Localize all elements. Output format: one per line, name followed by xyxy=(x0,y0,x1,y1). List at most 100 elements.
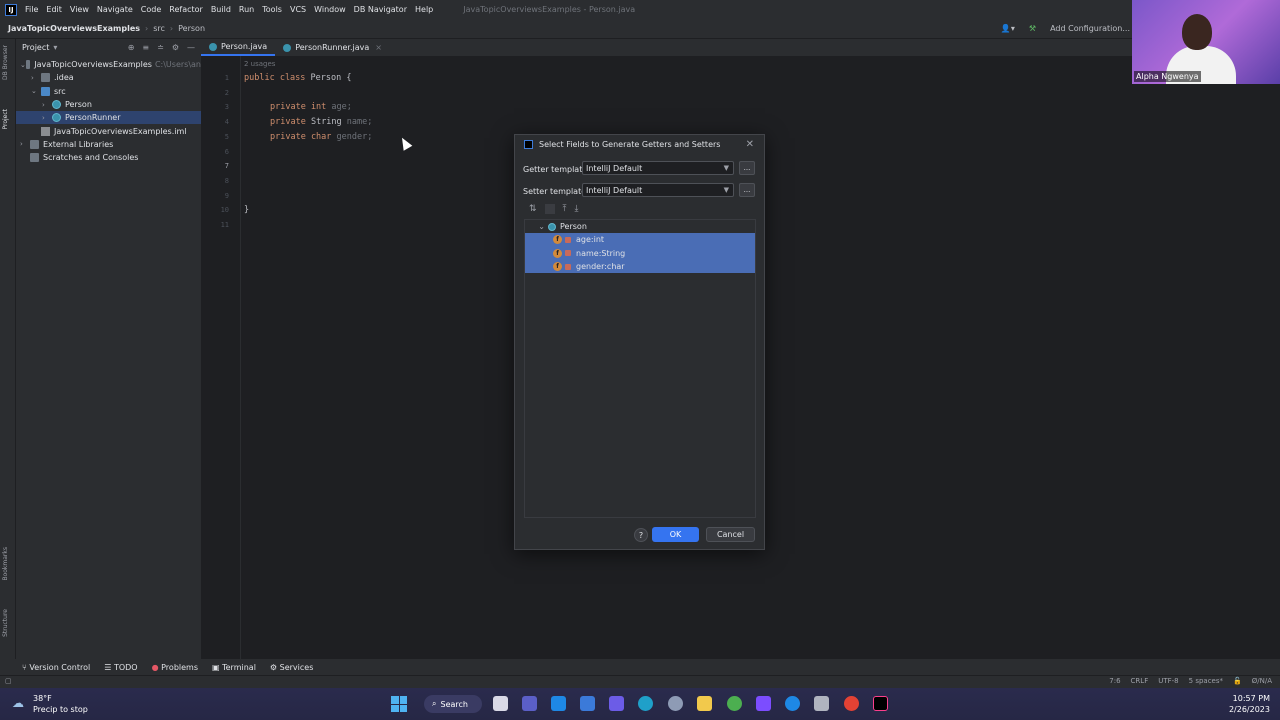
menu-window[interactable]: Window xyxy=(314,5,346,14)
teams-icon[interactable] xyxy=(756,696,771,711)
tree-item[interactable]: › PersonRunner xyxy=(16,111,201,125)
visual-studio-icon[interactable] xyxy=(609,696,624,711)
caret-position[interactable]: 7:6 xyxy=(1109,677,1120,685)
field-row-age[interactable]: f age:int xyxy=(525,233,755,247)
lock-icon[interactable]: 🔓 xyxy=(1233,677,1242,685)
spotify-icon[interactable] xyxy=(727,696,742,711)
settings-icon[interactable] xyxy=(814,696,829,711)
show-classes-icon[interactable] xyxy=(544,204,555,214)
setter-template-edit-button[interactable]: ... xyxy=(739,183,755,197)
tree-node-person[interactable]: ⌄ Person xyxy=(525,220,755,233)
vcs-status[interactable]: Ø/N/A xyxy=(1252,677,1272,685)
menu-navigate[interactable]: Navigate xyxy=(97,5,133,14)
tree-item[interactable]: › External Libraries xyxy=(16,138,201,151)
layout-icon[interactable]: ▢ xyxy=(5,677,12,685)
terminal-tab[interactable]: ▣ Terminal xyxy=(212,663,256,672)
collapse-all-icon[interactable]: ⤓ xyxy=(575,204,579,214)
field-row-name[interactable]: f name:String xyxy=(525,246,755,260)
getter-template-edit-button[interactable]: ... xyxy=(739,161,755,175)
project-tab[interactable]: Project xyxy=(2,109,9,130)
bookmarks-tab[interactable]: Bookmarks xyxy=(2,547,9,581)
menu-view[interactable]: View xyxy=(70,5,89,14)
chevron-icon[interactable]: ⌄ xyxy=(20,61,26,69)
file-explorer-icon[interactable] xyxy=(697,696,712,711)
collapse-all-icon[interactable]: ≐ xyxy=(157,43,164,52)
chevron-icon[interactable]: › xyxy=(20,140,30,148)
indent-setting[interactable]: 5 spaces* xyxy=(1189,677,1223,685)
task-view-icon[interactable] xyxy=(493,696,508,711)
chevron-icon[interactable]: ⌄ xyxy=(31,87,41,95)
weather-status[interactable]: Precip to stop xyxy=(33,705,88,714)
hide-icon[interactable]: — xyxy=(187,43,195,52)
user-icon[interactable]: 👤▾ xyxy=(1001,24,1015,33)
tree-item[interactable]: › .idea xyxy=(16,71,201,84)
menu-db-navigator[interactable]: DB Navigator xyxy=(354,5,407,14)
tree-item[interactable]: ⌄ src xyxy=(16,85,201,98)
todo-tab[interactable]: ☰ TODO xyxy=(104,663,137,672)
locate-icon[interactable]: ⊕ xyxy=(128,43,135,52)
version-control-tab[interactable]: ⑂ Version Control xyxy=(22,663,90,672)
menu-build[interactable]: Build xyxy=(211,5,231,14)
getter-template-select[interactable]: IntelliJ Default ▼ xyxy=(582,161,734,175)
db-browser-tab[interactable]: DB Browser xyxy=(2,45,9,80)
ok-button[interactable]: OK xyxy=(652,527,699,542)
menu-edit[interactable]: Edit xyxy=(46,5,62,14)
windows-start-icon[interactable] xyxy=(391,696,407,712)
tree-item[interactable]: ⌄ JavaTopicOverviewsExamples C:\Users\an xyxy=(16,58,201,71)
start-tile xyxy=(399,704,407,712)
tab-person-java[interactable]: Person.java xyxy=(201,39,276,56)
chevron-icon[interactable]: › xyxy=(31,74,41,82)
cancel-button[interactable]: Cancel xyxy=(706,527,755,542)
menu-vcs[interactable]: VCS xyxy=(290,5,306,14)
usages-hint[interactable]: 2 usages xyxy=(244,60,275,68)
tab-personrunner-java[interactable]: PersonRunner.java × xyxy=(275,39,390,56)
breadcrumb-project[interactable]: JavaTopicOverviewsExamples xyxy=(8,24,140,33)
setter-template-select[interactable]: IntelliJ Default ▼ xyxy=(582,183,734,197)
close-icon[interactable]: × xyxy=(375,43,382,52)
zoom-icon[interactable] xyxy=(785,696,800,711)
build-hammer-icon[interactable]: ⚒ xyxy=(1029,24,1036,33)
clock-time[interactable]: 10:57 PM xyxy=(1233,694,1270,703)
field-row-gender[interactable]: f gender:char xyxy=(525,259,755,274)
project-tree: ⌄ JavaTopicOverviewsExamples C:\Users\an ›.… xyxy=(16,56,201,164)
project-view-selector[interactable]: Project xyxy=(22,43,49,52)
menu-refactor[interactable]: Refactor xyxy=(169,5,203,14)
structure-tab[interactable]: Structure xyxy=(2,609,9,637)
close-icon[interactable]: ✕ xyxy=(746,139,754,150)
r-app-icon[interactable] xyxy=(668,696,683,711)
edge-icon[interactable] xyxy=(638,696,653,711)
menu-tools[interactable]: Tools xyxy=(262,5,282,14)
menu-run[interactable]: Run xyxy=(239,5,254,14)
sort-icon[interactable]: ⇅ xyxy=(529,204,537,214)
teams-chat-icon[interactable] xyxy=(522,696,537,711)
problems-tab[interactable]: ● Problems xyxy=(152,663,198,672)
intellij-taskbar-icon[interactable] xyxy=(873,696,888,711)
chevron-down-icon[interactable]: ▾ xyxy=(53,43,57,52)
line-separator[interactable]: CRLF xyxy=(1131,677,1149,685)
tree-item[interactable]: Scratches and Consoles xyxy=(16,151,201,164)
chevron-icon[interactable]: › xyxy=(42,101,52,109)
mail-icon[interactable] xyxy=(580,696,595,711)
menu-file[interactable]: File xyxy=(25,5,38,14)
expand-all-icon[interactable]: ⤒ xyxy=(563,204,567,214)
menu-help[interactable]: Help xyxy=(415,5,433,14)
chevron-down-icon[interactable]: ⌄ xyxy=(525,222,545,231)
file-encoding[interactable]: UTF-8 xyxy=(1158,677,1178,685)
chrome-icon[interactable] xyxy=(844,696,859,711)
breadcrumb-folder[interactable]: src xyxy=(153,24,165,33)
gear-icon[interactable]: ⚙ xyxy=(172,43,179,52)
chevron-icon[interactable]: › xyxy=(42,114,52,122)
add-configuration-button[interactable]: Add Configuration... xyxy=(1050,24,1130,33)
services-tab[interactable]: ⚙ Services xyxy=(270,663,313,672)
taskbar-search[interactable]: ⌕ Search xyxy=(424,695,482,713)
line-number: 4 xyxy=(224,118,229,127)
breadcrumb-file[interactable]: Person xyxy=(178,24,205,33)
expand-all-icon[interactable]: ≡ xyxy=(142,43,149,52)
help-button[interactable]: ? xyxy=(634,528,648,542)
dropbox-icon[interactable] xyxy=(551,696,566,711)
tree-item[interactable]: › Person xyxy=(16,98,201,111)
tree-item[interactable]: JavaTopicOverviewsExamples.iml xyxy=(16,124,201,137)
menu-code[interactable]: Code xyxy=(141,5,161,14)
weather-temp[interactable]: 38°F xyxy=(33,694,52,703)
clock-date[interactable]: 2/26/2023 xyxy=(1229,705,1270,714)
